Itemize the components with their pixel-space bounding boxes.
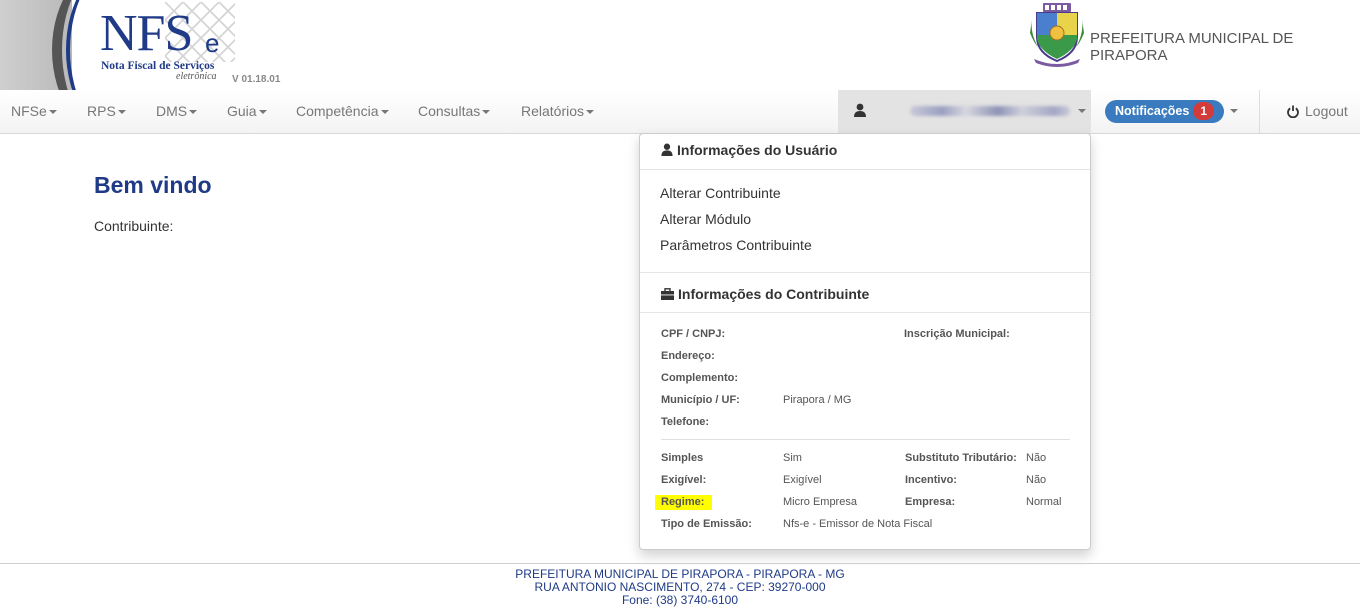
footer-line-3: Fone: (38) 3740-6100 [621, 593, 739, 607]
nav-relatorios[interactable]: Relatórios [521, 90, 595, 133]
nav-consultas-label: Consultas [418, 103, 481, 119]
nav-guia-label: Guia [227, 103, 257, 119]
complemento-label: Complemento: [661, 372, 738, 384]
municipio-uf-label: Município / UF: [661, 394, 740, 406]
incentivo-label: Incentivo: [905, 474, 957, 486]
logo-text-e: e [205, 28, 220, 58]
nav-rps[interactable]: RPS [87, 90, 126, 133]
user-menu-toggle[interactable] [838, 90, 1091, 133]
version-label: V 01.18.01 [232, 74, 281, 85]
caret-down-icon [258, 110, 267, 115]
nav-divider [1259, 90, 1260, 133]
notifications-caret-down-icon[interactable] [1230, 109, 1238, 113]
caret-down-icon [189, 110, 198, 115]
nav-competencia[interactable]: Competência [296, 90, 389, 133]
contrib-info-header-label: Informações do Contribuinte [678, 286, 870, 302]
incentivo-value: Não [1026, 474, 1047, 486]
logout-label: Logout [1305, 103, 1348, 119]
dropdown-divider [640, 312, 1090, 313]
logo-text-nfs: NFS [100, 5, 193, 62]
nav-nfse[interactable]: NFSe [11, 90, 57, 133]
notifications-label: Notificações [1115, 104, 1190, 118]
regime-label: Regime: [655, 495, 713, 510]
notifications-count-badge: 1 [1193, 102, 1215, 120]
info-divider [661, 439, 1070, 440]
empresa-value: Normal [1026, 496, 1062, 508]
exigivel-label: Exigível: [661, 474, 707, 486]
caret-down-icon [117, 110, 126, 115]
dropdown-divider [640, 169, 1090, 170]
notifications-button[interactable]: Notificações 1 [1105, 100, 1225, 123]
substituto-tributario-label: Substituto Tributário: [905, 452, 1017, 464]
exigivel-value: Exigível [783, 474, 822, 486]
user-icon [661, 143, 673, 156]
prefeitura-title: PREFEITURA MUNICIPAL DE PIRAPORA [1090, 30, 1294, 64]
city-crest-icon [1030, 3, 1084, 67]
logo-subtitle-eletronica: eletrônica [176, 71, 217, 82]
nav-dms[interactable]: DMS [156, 90, 198, 133]
caret-down-icon [380, 110, 389, 115]
nav-consultas[interactable]: Consultas [418, 90, 491, 133]
caret-down-icon [48, 110, 57, 115]
tipo-emissao-label: Tipo de Emissão: [661, 518, 752, 530]
nav-rps-label: RPS [87, 103, 116, 119]
regime-value: Micro Empresa [783, 496, 857, 508]
simples-label: Simples [661, 452, 704, 464]
nav-dms-label: DMS [156, 103, 188, 119]
contribuinte-label: Contribuinte: [94, 218, 174, 234]
municipio-uf-value: Pirapora / MG [783, 394, 852, 406]
power-icon [1287, 105, 1299, 118]
user-dropdown-menu: Informações do Usuário Alterar Contribui… [639, 133, 1091, 550]
redacted-username [910, 106, 1070, 116]
substituto-tributario-value: Não [1026, 452, 1047, 464]
page-title: Bem vindo [94, 172, 212, 198]
alterar-modulo-link[interactable]: Alterar Módulo [660, 211, 751, 227]
parametros-contribuinte-link[interactable]: Parâmetros Contribuinte [660, 237, 812, 253]
simples-value: Sim [783, 452, 802, 464]
nav-competencia-label: Competência [296, 103, 379, 119]
caret-down-icon [1078, 109, 1086, 113]
nfse-logo[interactable]: NFS e Nota Fiscal de Serviços eletrônica… [0, 0, 300, 90]
user-icon [854, 103, 866, 117]
logout-button[interactable]: Logout [1287, 90, 1348, 133]
nav-guia[interactable]: Guia [227, 90, 267, 133]
inscricao-municipal-label: Inscrição Municipal: [904, 328, 1010, 340]
nav-relatorios-label: Relatórios [521, 103, 585, 119]
user-info-header-label: Informações do Usuário [677, 142, 838, 158]
nav-nfse-label: NFSe [11, 103, 47, 119]
regime-label-highlight: Regime: [655, 495, 713, 510]
footer: PREFEITURA MUNICIPAL DE PIRAPORA - PIRAP… [0, 568, 1360, 607]
cpf-cnpj-label: CPF / CNPJ: [661, 328, 726, 340]
caret-down-icon [482, 110, 491, 115]
briefcase-icon [661, 288, 674, 300]
contrib-info-header: Informações do Contribuinte [661, 286, 869, 302]
header: NFS e Nota Fiscal de Serviços eletrônica… [0, 0, 1360, 90]
user-info-header: Informações do Usuário [661, 142, 837, 158]
alterar-contribuinte-link[interactable]: Alterar Contribuinte [660, 185, 781, 201]
caret-down-icon [586, 110, 595, 115]
main-navbar: NFSe RPS DMS Guia Competência Consultas … [0, 90, 1360, 134]
tipo-emissao-value: Nfs-e - Emissor de Nota Fiscal [783, 518, 933, 530]
telefone-label: Telefone: [661, 416, 710, 428]
empresa-label: Empresa: [905, 496, 956, 508]
endereco-label: Endereço: [661, 350, 715, 362]
footer-divider [0, 563, 1360, 564]
dropdown-divider [640, 272, 1090, 273]
